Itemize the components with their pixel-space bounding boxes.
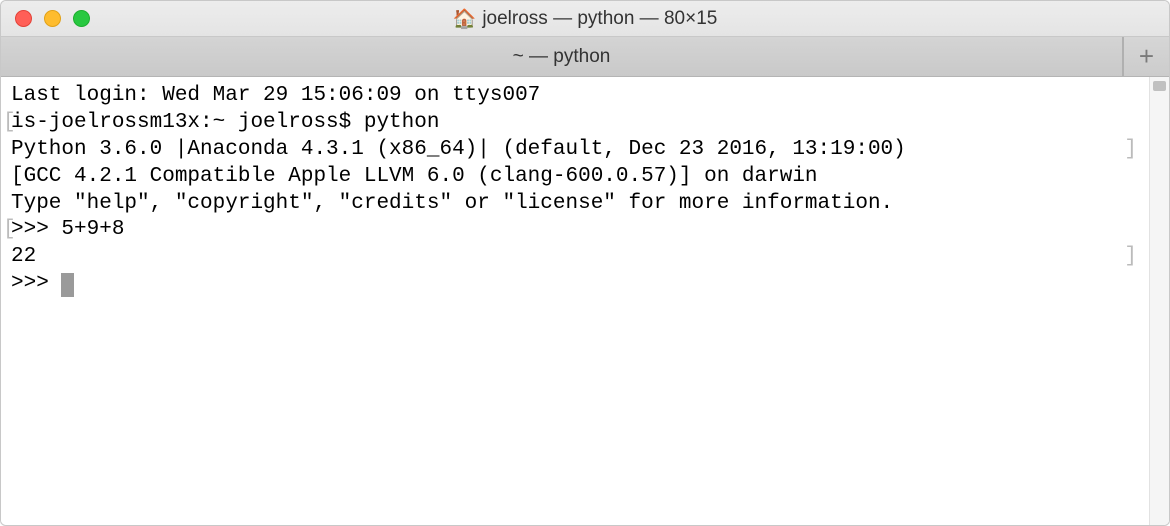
home-icon: 🏠 (453, 7, 477, 31)
terminal-body: Last login: Wed Mar 29 15:06:09 on ttys0… (1, 77, 1169, 525)
tab-bar: ~ — python + (1, 37, 1169, 77)
close-button[interactable] (15, 10, 32, 27)
window-title: joelross — python — 80×15 (482, 8, 717, 30)
tab-label: ~ — python (513, 46, 611, 68)
terminal-line: Python 3.6.0 |Anaconda 4.3.1 (x86_64)| (… (11, 137, 1139, 164)
terminal-line: is-joelrossm13x:~ joelross$ python (11, 110, 1139, 137)
terminal-prompt: >>> (11, 272, 61, 295)
cursor-icon (61, 273, 74, 297)
terminal-line: 22 (11, 244, 1139, 271)
terminal-line: >>> 5+9+8 (11, 217, 1139, 244)
terminal-line: [GCC 4.2.1 Compatible Apple LLVM 6.0 (cl… (11, 164, 1139, 191)
scrollbar[interactable] (1149, 77, 1169, 525)
terminal-line: Type "help", "copyright", "credits" or "… (11, 191, 1139, 218)
terminal-line: Last login: Wed Mar 29 15:06:09 on ttys0… (11, 83, 1139, 110)
plus-icon: + (1139, 41, 1154, 72)
terminal-content[interactable]: Last login: Wed Mar 29 15:06:09 on ttys0… (1, 77, 1149, 525)
minimize-button[interactable] (44, 10, 61, 27)
terminal-prompt-line: >>> (11, 271, 1139, 298)
tab-python[interactable]: ~ — python (1, 37, 1123, 76)
window-title-container: 🏠 joelross — python — 80×15 (1, 7, 1169, 31)
maximize-button[interactable] (73, 10, 90, 27)
terminal-window: 🏠 joelross — python — 80×15 ~ — python +… (0, 0, 1170, 526)
new-tab-button[interactable]: + (1123, 37, 1169, 76)
scrollbar-thumb[interactable] (1153, 81, 1166, 91)
titlebar: 🏠 joelross — python — 80×15 (1, 1, 1169, 37)
traffic-lights (1, 10, 90, 27)
